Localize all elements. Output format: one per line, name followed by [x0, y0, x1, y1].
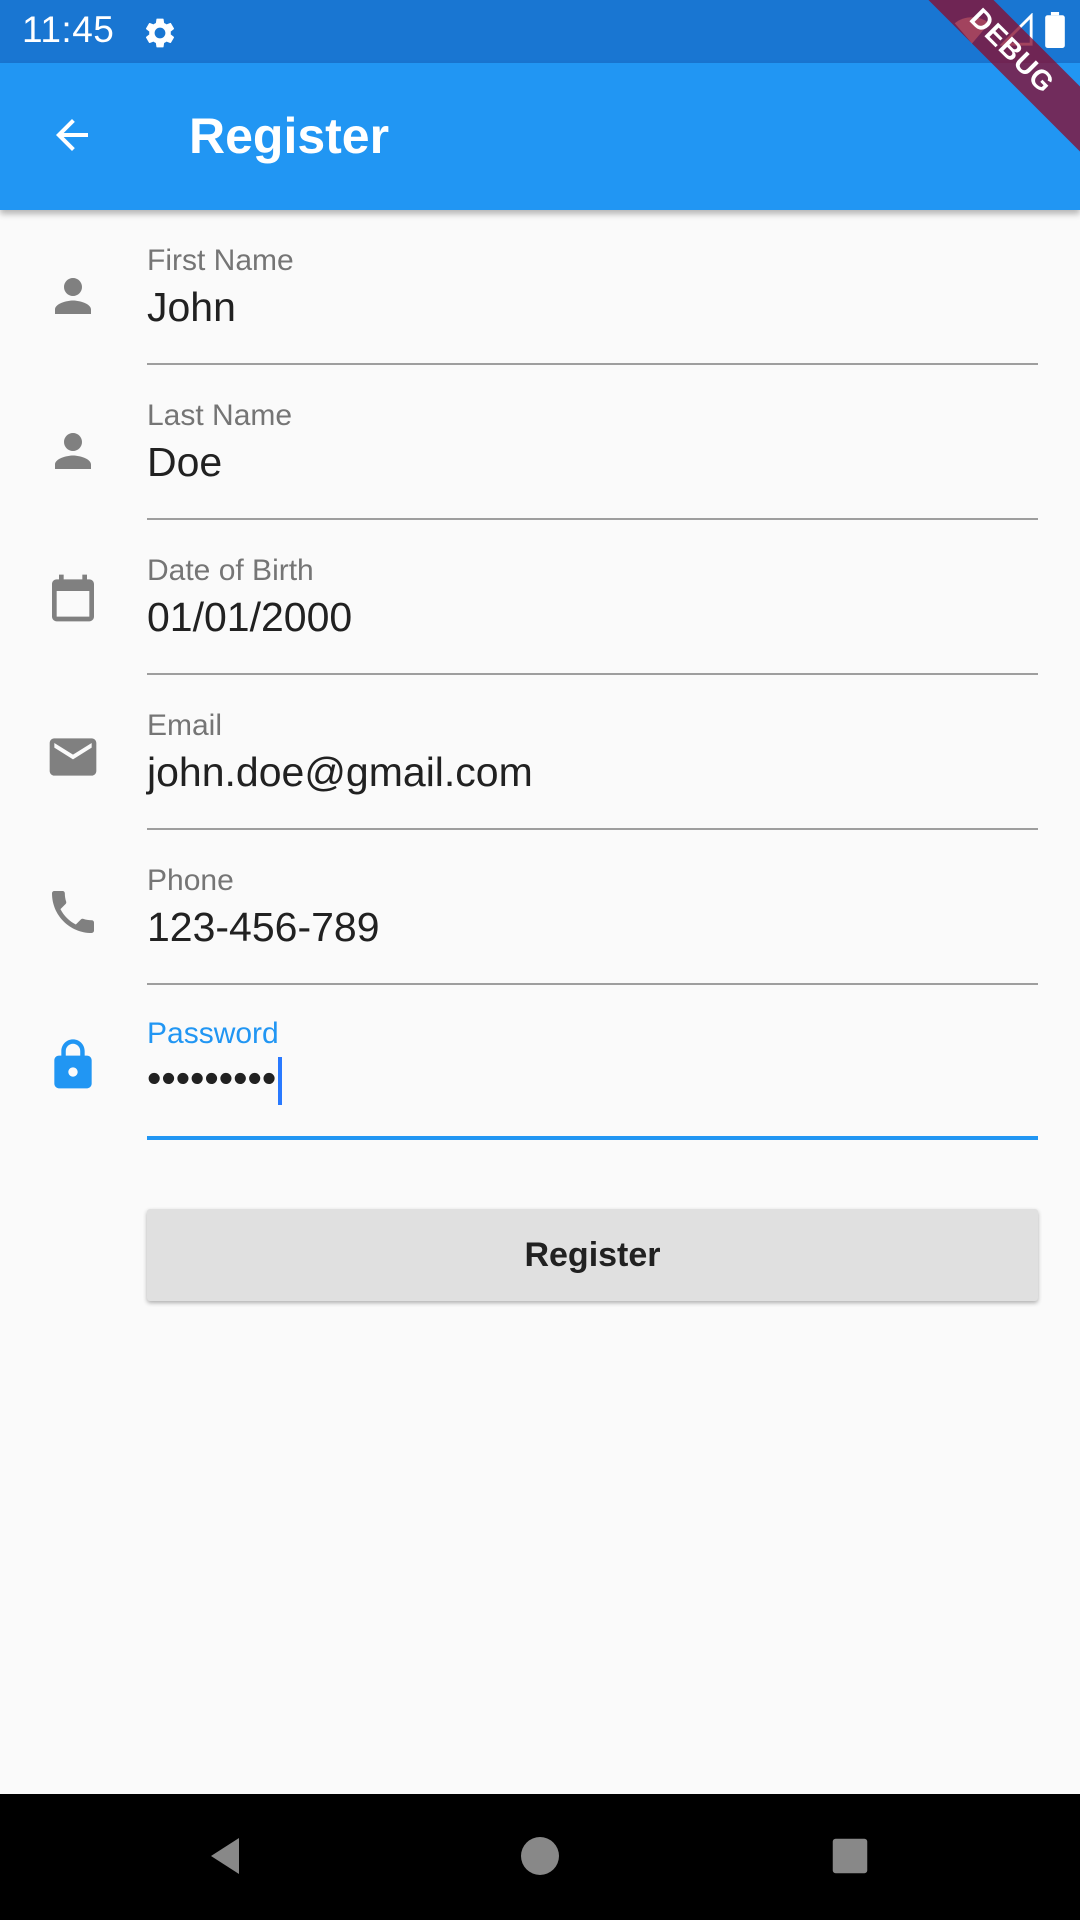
first-name-field[interactable]: First Name John	[0, 240, 1080, 395]
date-of-birth-label: Date of Birth	[147, 554, 314, 587]
nav-home-button[interactable]	[508, 1826, 572, 1890]
square-recents-icon	[827, 1833, 873, 1884]
password-label: Password	[147, 1017, 279, 1050]
back-button[interactable]	[38, 103, 106, 171]
page-title: Register	[189, 108, 390, 164]
email-input[interactable]: john.doe@gmail.com	[147, 749, 533, 796]
phone-input[interactable]: 123-456-789	[147, 904, 380, 951]
battery-icon	[1044, 11, 1066, 53]
last-name-underline	[147, 518, 1038, 520]
calendar-icon	[45, 570, 101, 626]
last-name-label: Last Name	[147, 399, 293, 432]
phone-label: Phone	[147, 864, 234, 897]
status-time: 11:45	[22, 9, 115, 50]
person-icon	[45, 268, 101, 324]
app-bar: Register	[0, 63, 1080, 210]
first-name-underline	[147, 363, 1038, 365]
nav-recents-button[interactable]	[818, 1826, 882, 1890]
phone-field[interactable]: Phone 123-456-789	[0, 860, 1080, 1015]
last-name-input[interactable]: Doe	[147, 439, 222, 486]
circle-home-icon	[516, 1832, 564, 1885]
date-of-birth-field[interactable]: Date of Birth 01/01/2000	[0, 550, 1080, 705]
email-label: Email	[147, 709, 223, 742]
password-input[interactable]: •••••••••	[147, 1055, 283, 1106]
arrow-back-icon	[48, 111, 96, 164]
first-name-input[interactable]: John	[147, 284, 236, 331]
email-field[interactable]: Email john.doe@gmail.com	[0, 705, 1080, 860]
triangle-back-icon	[201, 1832, 249, 1885]
last-name-field[interactable]: Last Name Doe	[0, 395, 1080, 550]
phone-underline	[147, 983, 1038, 985]
settings-gear-icon	[142, 15, 178, 51]
phone-icon	[45, 884, 101, 940]
lock-icon	[45, 1037, 101, 1093]
text-cursor	[278, 1057, 283, 1106]
password-underline	[147, 1136, 1038, 1140]
password-field[interactable]: Password •••••••••	[0, 1015, 1080, 1170]
system-navigation-bar	[0, 1794, 1080, 1920]
person-icon	[45, 423, 101, 479]
status-bar: 11:45	[0, 0, 1080, 63]
date-of-birth-input[interactable]: 01/01/2000	[147, 594, 352, 641]
email-icon	[45, 729, 101, 785]
first-name-label: First Name	[147, 244, 294, 277]
date-of-birth-underline	[147, 673, 1038, 675]
password-dots: •••••••••	[147, 1055, 277, 1101]
register-button[interactable]: Register	[147, 1209, 1038, 1301]
nav-back-button[interactable]	[193, 1826, 257, 1890]
email-underline	[147, 828, 1038, 830]
